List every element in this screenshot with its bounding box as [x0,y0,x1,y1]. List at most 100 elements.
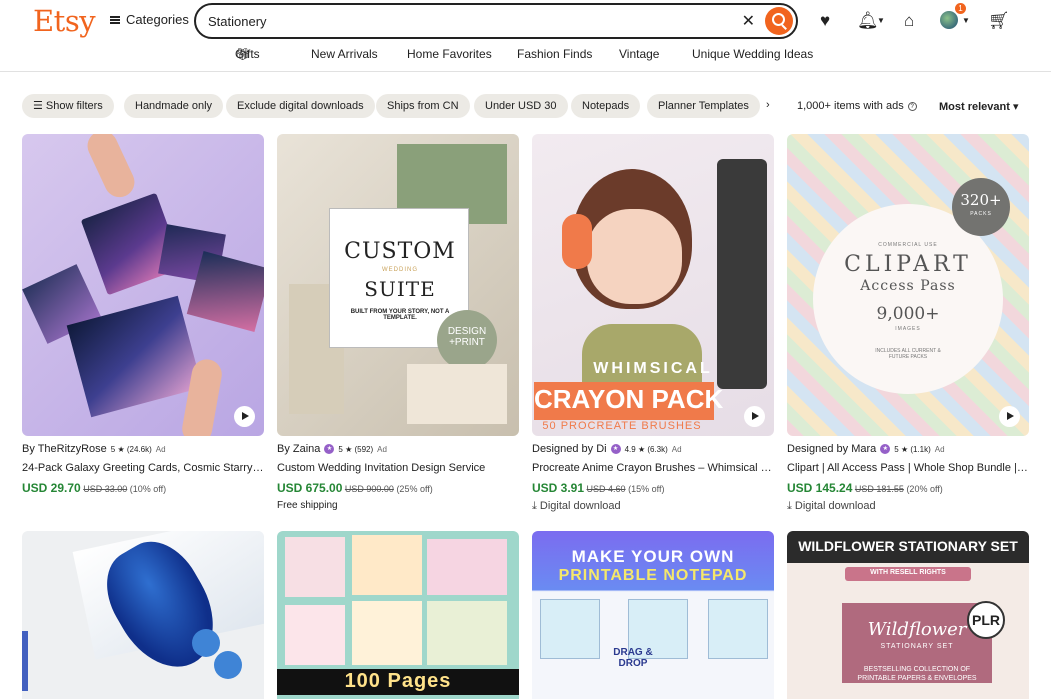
image-text: MAKE YOUR OWN [571,547,735,566]
notepad-thumb [708,599,768,659]
avatar[interactable] [940,11,958,29]
product-card[interactable]: MAKE YOUR OWN PRINTABLE NOTEPAD DRAG & D… [532,531,774,699]
product-card[interactable]: WILDFLOWER STATIONARY SET WITH RESELL RI… [787,531,1029,699]
image-text: BUILT FROM YOUR STORY, NOT A TEMPLATE. [350,309,450,321]
product-title[interactable]: 24-Pack Galaxy Greeting Cards, Cosmic St… [22,462,264,474]
chip-exclude-digital[interactable]: Exclude digital downloads [226,94,375,118]
image-text: 50 PROCREATE BRUSHES [542,420,702,432]
search-input[interactable]: Stationery [208,14,742,29]
etsy-logo[interactable]: Etsy [33,4,96,38]
chip-under-usd-30[interactable]: Under USD 30 [474,94,568,118]
product-image[interactable]: WHIMSICAL CRAYON PACK 50 PROCREATE BRUSH… [532,134,774,436]
chip-notepads[interactable]: Notepads [571,94,641,118]
seller-name[interactable]: By TheRitzyRose [22,443,107,455]
cart-icon[interactable]: 🛒︎ [988,11,1010,31]
seller-name[interactable]: Designed by Mara [787,443,876,455]
planner-page [427,601,507,665]
chevron-down-icon[interactable]: ▼ [962,16,970,25]
play-icon[interactable] [999,406,1020,427]
play-icon[interactable] [744,406,765,427]
download-icon: ⤓ [787,500,795,512]
nav-item-fashion-finds[interactable]: Fashion Finds [517,47,592,61]
product-card[interactable]: By TheRitzyRose 5 ★ (24.6k) Ad 24-Pack G… [22,134,264,495]
sort-dropdown[interactable]: Most relevant ▾ [939,100,1019,113]
product-image[interactable]: COMMERCIAL USE CLIPART Access Pass 9,000… [787,134,1029,436]
product-card[interactable]: 100 Pages [277,531,519,699]
image-text: DRAG & DROP [613,647,653,669]
search-bar[interactable]: Stationery ✕ [194,3,798,39]
chip-handmade-only[interactable]: Handmade only [124,94,224,118]
price-row: USD 3.91 USD 4.60 (15% off) [532,481,774,495]
product-card[interactable]: WHIMSICAL CRAYON PACK 50 PROCREATE BRUSH… [532,134,774,513]
product-image[interactable]: WILDFLOWER STATIONARY SET WITH RESELL RI… [787,531,1029,699]
bell-icon[interactable]: 🔔︎ [857,11,879,31]
price: USD 3.91 [532,481,585,495]
header: Etsy Categories Stationery ✕ ♥ 🔔︎ ▼ ⌂ 1 … [0,0,1051,72]
product-title[interactable]: Custom Wedding Invitation Design Service [277,462,519,474]
product-image[interactable] [22,531,264,699]
bubble-art [192,629,220,657]
filter-icon: ☰ [33,100,46,112]
product-title[interactable]: Clipart | All Access Pass | Whole Shop B… [787,462,1029,474]
chip-ships-from-cn[interactable]: Ships from CN [376,94,470,118]
product-card[interactable] [22,531,264,699]
rating: 4.9 ★ (6.3k) [624,444,668,454]
tablet-art [717,159,767,389]
product-card[interactable]: COMMERCIAL USE CLIPART Access Pass 9,000… [787,134,1029,513]
discount: (10% off) [129,484,167,494]
product-image[interactable]: CUSTOM WEDDING SUITE BUILT FROM YOUR STO… [277,134,519,436]
image-text: WEDDING [382,267,418,273]
seller-name[interactable]: By Zaina [277,443,320,455]
star-seller-icon: ★ [610,444,621,454]
gift-shop-icon[interactable]: ⌂ [904,11,914,31]
price-row: USD 675.00 USD 900.00 (25% off) [277,481,519,495]
image-text: 100 Pages [344,670,452,692]
digital-download-label: Digital download [794,500,876,512]
rings-art [407,364,507,424]
sort-label: Most relevant [939,101,1010,113]
old-price: USD 33.00 [83,484,128,494]
nav-item-unique-wedding-ideas[interactable]: Unique Wedding Ideas [692,47,813,61]
image-text: STATIONARY SET [880,643,954,650]
ad-label: Ad [377,444,387,454]
heart-icon[interactable]: ♥ [820,11,830,31]
digital-download: ⤓ Digital download [532,500,774,513]
search-button[interactable] [765,7,793,35]
price: USD 29.70 [22,481,81,495]
chip-planner-templates[interactable]: Planner Templates [647,94,760,118]
planner-page [352,535,422,595]
plr-badge: PLR [967,601,1005,639]
seller-row: By TheRitzyRose 5 ★ (24.6k) Ad [22,443,264,455]
notepad-thumb [540,599,600,659]
chevron-right-icon[interactable]: › [766,99,770,111]
categories-button[interactable]: Categories [110,12,189,27]
image-text: 9,000+ [876,304,940,324]
hand [82,134,140,203]
play-icon[interactable] [234,406,255,427]
nav-item-home-favorites[interactable]: Home Favorites [407,47,492,61]
product-title[interactable]: Procreate Anime Crayon Brushes – Whimsic… [532,462,774,474]
nav-item-vintage[interactable]: Vintage [619,47,659,61]
info-icon[interactable]: ? [907,101,917,111]
nav-item-new-arrivals[interactable]: New Arrivals [311,47,378,61]
product-image[interactable] [22,134,264,436]
close-icon[interactable]: ✕ [742,11,755,31]
planner-page [427,539,507,595]
menu-icon [110,15,120,24]
price: USD 145.24 [787,481,853,495]
seller-row: By Zaina ★ 5 ★ (592) Ad [277,443,519,455]
rating: 5 ★ (592) [338,444,374,454]
chevron-down-icon[interactable]: ▼ [877,16,885,25]
image-text: 320+ [960,191,1002,209]
rating: 5 ★ (24.6k) [110,444,152,454]
show-filters-button[interactable]: ☰ Show filters [22,94,114,118]
product-image[interactable]: 100 Pages [277,531,519,699]
product-image[interactable]: MAKE YOUR OWN PRINTABLE NOTEPAD DRAG & D… [532,531,774,699]
product-card[interactable]: CUSTOM WEDDING SUITE BUILT FROM YOUR STO… [277,134,519,511]
ad-label: Ad [155,444,166,454]
seller-name[interactable]: Designed by Di [532,443,607,455]
image-text: INCLUDES ALL CURRENT & FUTURE PACKS [875,348,941,360]
image-text: CLIPART [844,252,972,277]
old-price: USD 900.00 [344,484,394,494]
category-nav: 🎁︎ Gifts New Arrivals Home Favorites Fas… [0,47,1051,63]
